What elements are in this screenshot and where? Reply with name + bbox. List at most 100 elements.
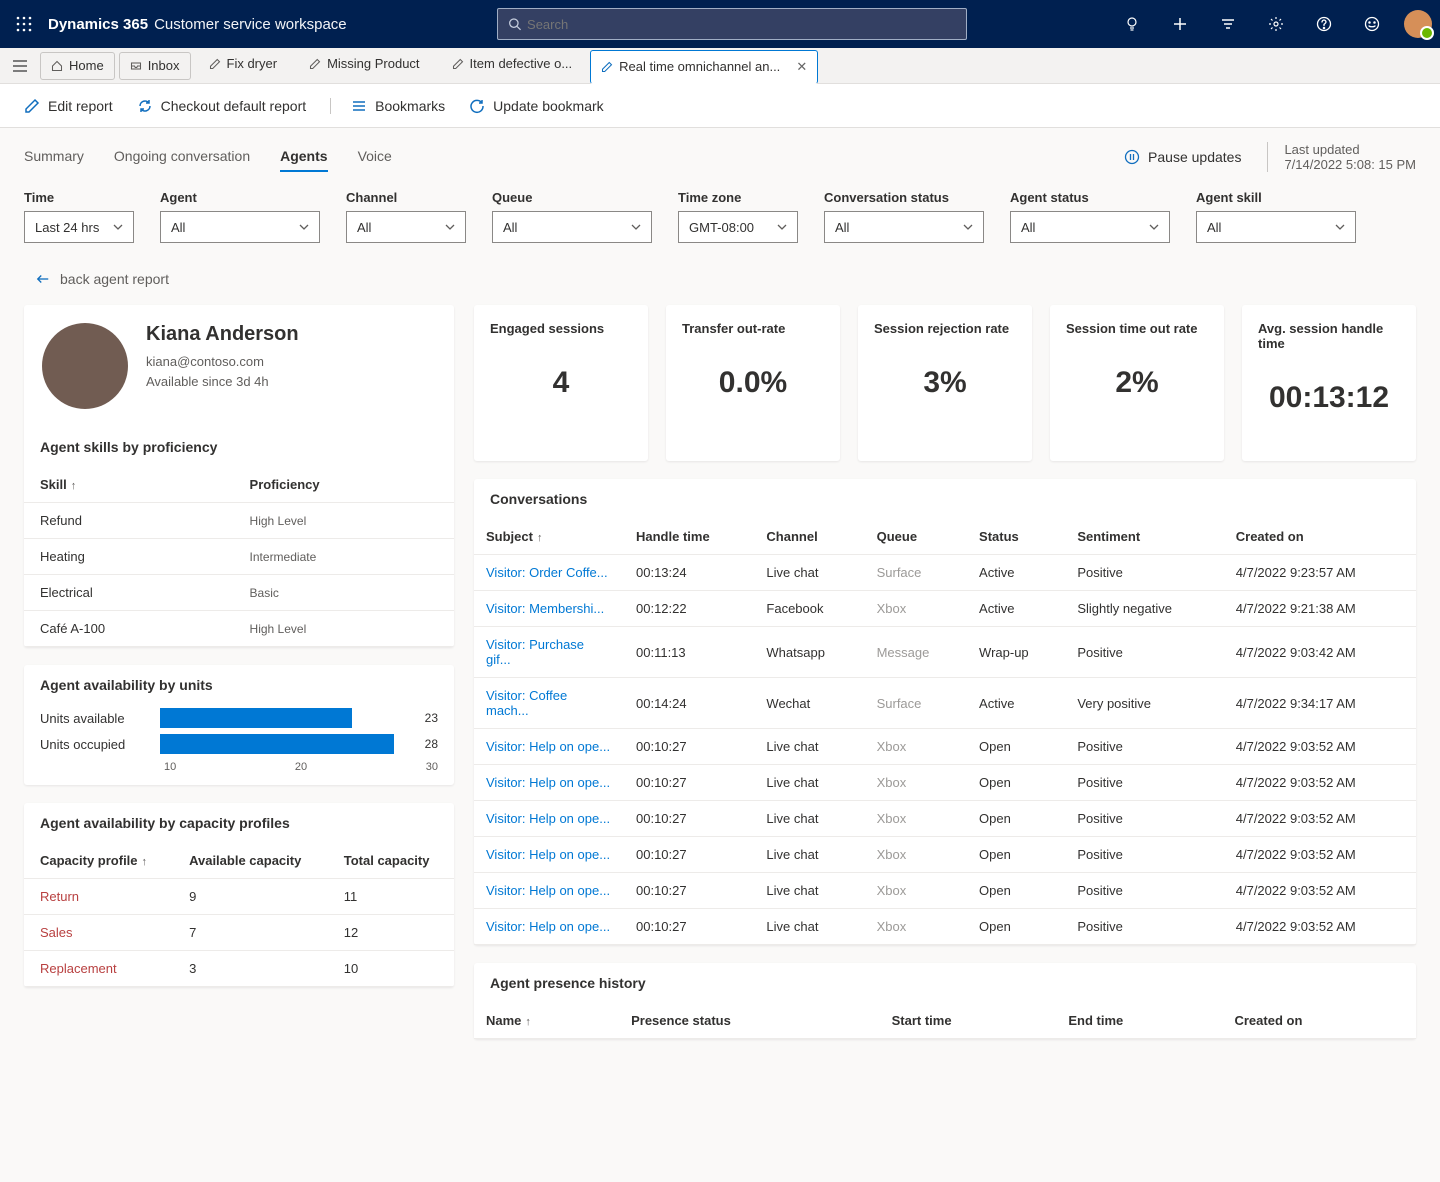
table-row: Visitor: Help on ope... 00:10:27 Live ch…	[474, 873, 1416, 909]
filter-label: Time zone	[678, 190, 798, 205]
table-row: Visitor: Help on ope... 00:10:27 Live ch…	[474, 837, 1416, 873]
table-row: Visitor: Purchase gif... 00:11:13 Whatsa…	[474, 627, 1416, 678]
user-avatar[interactable]	[1404, 10, 1432, 38]
conversation-link[interactable]: Visitor: Coffee mach...	[474, 678, 624, 729]
close-icon[interactable]: ✕	[796, 59, 807, 75]
col-proficiency[interactable]: Proficiency	[234, 467, 454, 503]
global-search[interactable]	[497, 8, 967, 40]
col-queue[interactable]: Queue	[865, 519, 967, 555]
settings-icon[interactable]	[1254, 2, 1298, 46]
conversation-link[interactable]: Visitor: Purchase gif...	[474, 627, 624, 678]
pencil-icon	[209, 58, 221, 70]
table-row: RefundHigh Level	[24, 503, 454, 539]
tab-inbox[interactable]: Inbox	[119, 52, 191, 80]
col-end-time[interactable]: End time	[1056, 1003, 1222, 1039]
col-name[interactable]: Name↑	[474, 1003, 619, 1039]
conversations-card: Conversations Subject↑ Handle time Chann…	[474, 479, 1416, 945]
capacity-profile-link[interactable]: Sales	[24, 915, 173, 951]
table-row: Visitor: Order Coffe... 00:13:24 Live ch…	[474, 555, 1416, 591]
conversation-link[interactable]: Visitor: Help on ope...	[474, 873, 624, 909]
col-created-on[interactable]: Created on	[1222, 1003, 1416, 1039]
conversation-link[interactable]: Visitor: Help on ope...	[474, 801, 624, 837]
capacity-profile-link[interactable]: Return	[24, 879, 173, 915]
col-total-capacity[interactable]: Total capacity	[328, 843, 454, 879]
pencil-icon	[601, 61, 613, 73]
view-tab-voice[interactable]: Voice	[358, 142, 392, 172]
refresh-icon	[137, 98, 153, 114]
conversation-link[interactable]: Visitor: Help on ope...	[474, 909, 624, 945]
col-status[interactable]: Status	[967, 519, 1065, 555]
tab-home[interactable]: Home	[40, 52, 115, 80]
capacity-table: Capacity profile↑ Available capacity Tot…	[24, 843, 454, 987]
filter-label: Time	[24, 190, 134, 205]
pencil-icon	[309, 58, 321, 70]
pause-updates-button[interactable]: Pause updates	[1124, 149, 1241, 165]
availability-units-card: Agent availability by units Units availa…	[24, 665, 454, 785]
chevron-down-icon	[445, 222, 455, 232]
app-launcher-icon[interactable]	[8, 8, 40, 40]
session-tabs: Home Inbox Fix dryerMissing ProductItem …	[0, 48, 1440, 84]
filter-label: Agent status	[1010, 190, 1170, 205]
filter-icon[interactable]	[1206, 2, 1250, 46]
col-subject[interactable]: Subject↑	[474, 519, 624, 555]
filter-time-zone[interactable]: GMT-08:00	[678, 211, 798, 243]
update-bookmark-button[interactable]: Update bookmark	[469, 98, 604, 114]
checkout-default-button[interactable]: Checkout default report	[137, 98, 307, 114]
filter-time[interactable]: Last 24 hrs	[24, 211, 134, 243]
col-channel[interactable]: Channel	[754, 519, 864, 555]
bar-axis: 102030	[24, 757, 454, 785]
conversation-link[interactable]: Visitor: Order Coffe...	[474, 555, 624, 591]
filter-channel[interactable]: All	[346, 211, 466, 243]
col-handle-time[interactable]: Handle time	[624, 519, 754, 555]
col-available-capacity[interactable]: Available capacity	[173, 843, 328, 879]
lightbulb-icon[interactable]	[1110, 2, 1154, 46]
chevron-down-icon	[963, 222, 973, 232]
capacity-profile-link[interactable]: Replacement	[24, 951, 173, 987]
chevron-down-icon	[299, 222, 309, 232]
col-skill[interactable]: Skill↑	[24, 467, 234, 503]
session-tab[interactable]: Item defective o...	[438, 50, 587, 78]
capacity-profiles-card: Agent availability by capacity profiles …	[24, 803, 454, 987]
col-sentiment[interactable]: Sentiment	[1065, 519, 1223, 555]
help-icon[interactable]	[1302, 2, 1346, 46]
table-row: Visitor: Help on ope... 00:10:27 Live ch…	[474, 729, 1416, 765]
session-tab[interactable]: Real time omnichannel an...✕	[590, 50, 818, 84]
view-tab-agents[interactable]: Agents	[280, 142, 327, 172]
back-agent-report[interactable]: back agent report	[36, 271, 169, 287]
col-presence-status[interactable]: Presence status	[619, 1003, 880, 1039]
filter-queue[interactable]: All	[492, 211, 652, 243]
add-icon[interactable]	[1158, 2, 1202, 46]
col-capacity-profile[interactable]: Capacity profile↑	[24, 843, 173, 879]
kpi-card: Session time out rate2%	[1050, 305, 1224, 461]
view-tab-ongoing-conversation[interactable]: Ongoing conversation	[114, 142, 250, 172]
bar-row: Units available 23	[24, 705, 454, 731]
conversation-link[interactable]: Visitor: Help on ope...	[474, 765, 624, 801]
filter-agent-status[interactable]: All	[1010, 211, 1170, 243]
chevron-down-icon	[1149, 222, 1159, 232]
kpi-card: Session rejection rate3%	[858, 305, 1032, 461]
conversation-link[interactable]: Visitor: Help on ope...	[474, 837, 624, 873]
view-tab-summary[interactable]: Summary	[24, 142, 84, 172]
conversation-link[interactable]: Visitor: Help on ope...	[474, 729, 624, 765]
col-start-time[interactable]: Start time	[880, 1003, 1057, 1039]
table-row: Café A-100High Level	[24, 611, 454, 647]
pencil-icon	[24, 98, 40, 114]
session-tab[interactable]: Missing Product	[295, 50, 433, 78]
col-created-on[interactable]: Created on	[1224, 519, 1416, 555]
session-tab[interactable]: Fix dryer	[195, 50, 292, 78]
feedback-icon[interactable]	[1350, 2, 1394, 46]
filter-label: Conversation status	[824, 190, 984, 205]
filter-agent-skill[interactable]: All	[1196, 211, 1356, 243]
edit-report-button[interactable]: Edit report	[24, 98, 113, 114]
sort-ascending-icon: ↑	[142, 856, 148, 868]
hamburger-icon[interactable]	[6, 52, 34, 80]
chevron-down-icon	[777, 222, 787, 232]
conversations-table: Subject↑ Handle time Channel Queue Statu…	[474, 519, 1416, 945]
filter-agent[interactable]: All	[160, 211, 320, 243]
bookmarks-button[interactable]: Bookmarks	[330, 98, 445, 114]
chevron-down-icon	[631, 222, 641, 232]
search-input[interactable]	[527, 17, 956, 32]
filter-conversation-status[interactable]: All	[824, 211, 984, 243]
sort-ascending-icon: ↑	[537, 532, 543, 544]
conversation-link[interactable]: Visitor: Membershi...	[474, 591, 624, 627]
